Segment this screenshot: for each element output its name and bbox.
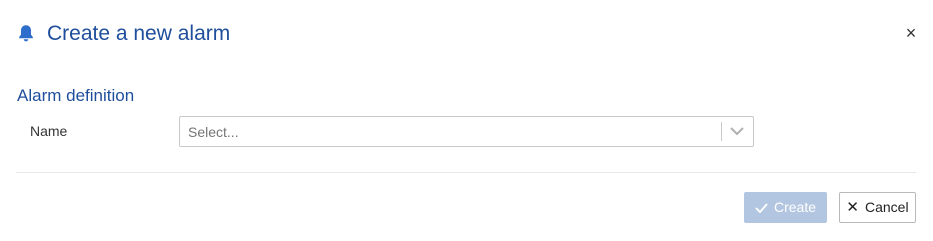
name-select-placeholder: Select...	[188, 124, 239, 140]
dialog-header: Create a new alarm ×	[0, 0, 933, 70]
dialog-title: Create a new alarm	[47, 22, 231, 45]
bell-icon	[19, 25, 33, 42]
name-select[interactable]: Select...	[179, 116, 754, 147]
close-icon: ✕	[846, 199, 859, 216]
footer-divider	[16, 172, 916, 173]
create-alarm-dialog: Create a new alarm × Alarm definition Na…	[0, 0, 933, 241]
cancel-button[interactable]: ✕ Cancel	[839, 192, 916, 223]
check-icon	[755, 202, 768, 213]
section-title: Alarm definition	[17, 86, 135, 105]
create-button[interactable]: Create	[744, 192, 827, 223]
chevron-down-icon[interactable]	[729, 125, 745, 137]
cancel-button-label: Cancel	[864, 199, 909, 215]
close-icon[interactable]: ×	[904, 24, 918, 42]
name-label: Name	[30, 123, 68, 139]
select-separator	[721, 122, 722, 141]
create-button-label: Create	[773, 199, 817, 215]
